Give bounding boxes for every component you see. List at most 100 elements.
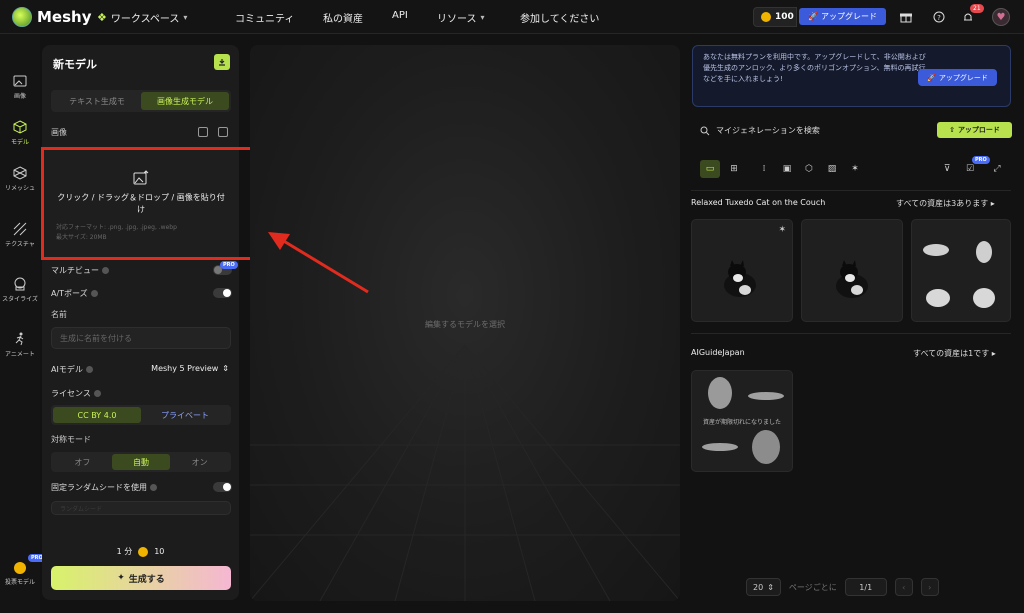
avatar[interactable]: ♥ (992, 8, 1010, 26)
asset-card[interactable] (801, 219, 903, 322)
folder-icon[interactable]: ▭ (700, 160, 720, 178)
nav-join[interactable]: 参加してください (520, 10, 599, 25)
workspace-icon: ❖ (97, 11, 107, 24)
panel-title: 新モデル (53, 58, 97, 71)
texture-filter-icon[interactable]: ▨ (825, 162, 839, 176)
license-private[interactable]: プライベート (141, 407, 229, 423)
per-page-value: 20 (753, 582, 764, 592)
help-icon (90, 290, 98, 297)
rocket-icon: 🚀 (808, 12, 818, 21)
tab-text-to-model[interactable]: テキスト生成モ (53, 92, 141, 110)
checkbox-icon[interactable]: ☑ (963, 162, 977, 176)
license-label: ライセンス (51, 388, 101, 399)
cat-model-thumbnail (836, 260, 868, 298)
generate-button[interactable]: ✦ 生成する (51, 566, 231, 590)
credits-value: 100 (775, 12, 794, 22)
per-page-label: ページごとに (788, 582, 837, 592)
nav-my-assets-label: 私の資産 (323, 14, 363, 25)
multiview-label: マルチビュー (51, 265, 109, 276)
page-indicator[interactable]: 1/1 (844, 578, 887, 596)
symmetry-off[interactable]: オフ (53, 454, 112, 470)
asset-card[interactable]: ✶ (691, 219, 793, 322)
multiview-text: マルチビュー (51, 266, 99, 275)
rail-item-texture[interactable]: テクスチャ (0, 222, 40, 248)
license-cc-by[interactable]: CC BY 4.0 (53, 407, 141, 423)
workspace-menu[interactable]: ❖ ワークスペース ▾ (97, 10, 187, 25)
logo[interactable]: Meshy (12, 7, 92, 27)
generation-mode-tabs: テキスト生成モ 画像生成モデル (51, 90, 231, 112)
seed-text: 固定ランダムシードを使用 (51, 483, 147, 492)
asset-card-multi[interactable] (911, 219, 1011, 322)
upgrade-notice: あなたは無料プランを利用中です。アップグレードして、非公開および優先生成のアンロ… (692, 45, 1011, 107)
upload-button[interactable]: ⇧ アップロード (937, 122, 1012, 138)
ai-model-text: AIモデル (51, 365, 83, 374)
grid-icon[interactable]: ⊞ (727, 162, 741, 176)
section-title-cat: Relaxed Tuxedo Cat on the Couch (691, 198, 826, 207)
rocket-icon: 🚀 (927, 73, 936, 82)
nav-api[interactable]: API (392, 10, 408, 21)
generation-cost: 1 分 10 (42, 546, 239, 557)
upgrade-button[interactable]: 🚀 アップグレード (799, 8, 886, 25)
chevron-right-icon: ▸ (990, 199, 995, 208)
annotation-arrow (268, 232, 369, 294)
model-viewport[interactable]: 編集するモデルを選択 (250, 45, 680, 601)
symmetry-auto[interactable]: 自動 (111, 454, 171, 470)
left-rail: 画像 モデル リメッシュ テクスチャ スタイライズ アニメート 投票モデル PR… (0, 34, 46, 613)
seed-label: 固定ランダムシードを使用 (51, 482, 157, 493)
prev-page-button[interactable]: ‹ (894, 578, 913, 596)
chevron-updown-icon: ⇕ (222, 363, 229, 373)
all-icon[interactable]: ⁞ (757, 162, 771, 176)
gift-icon[interactable] (898, 9, 914, 25)
rail-label: 画像 (13, 93, 26, 100)
section-link-aiguide[interactable]: すべての資産は1です ▸ (913, 348, 996, 359)
divider (691, 333, 1011, 334)
nav-resources[interactable]: リソース ▾ (437, 10, 485, 25)
filter-toolbar: ▭ ⊞ ⁞ ▣ ⬡ ▨ ✶ ⊽ ☑ PRO ⤢ (700, 156, 1010, 178)
rail-item-stylize[interactable]: スタイライズ (0, 277, 40, 303)
nav-api-label: API (392, 10, 408, 21)
apose-label: A/Tポーズ (51, 288, 98, 299)
help-icon[interactable]: ? (931, 9, 947, 25)
rail-label: モデル (10, 139, 29, 146)
section-link-cat[interactable]: すべての資産は3あります ▸ (896, 198, 995, 209)
nav-community[interactable]: コミュニティ (235, 10, 294, 25)
multi-image-icon[interactable] (198, 127, 208, 137)
viewport-hint: 編集するモデルを選択 (425, 320, 505, 329)
ai-model-select[interactable]: Meshy 5 Preview ⇕ (137, 359, 229, 377)
divider (691, 190, 1011, 191)
name-label: 名前 (51, 310, 67, 319)
download-button[interactable] (214, 54, 230, 70)
cat-views-thumbnail (923, 241, 995, 308)
rail-label: テクスチャ (5, 241, 35, 248)
chevron-right-icon: ▸ (991, 349, 996, 358)
symmetry-on[interactable]: オン (170, 454, 229, 470)
apose-toggle[interactable] (213, 288, 232, 298)
logo-icon (12, 7, 32, 27)
rail-item-remesh[interactable]: リメッシュ (0, 166, 40, 192)
asset-card-expired[interactable]: 資産が期限切れになりました (691, 370, 793, 472)
model-name-input[interactable]: 生成に名前を付ける (51, 327, 231, 349)
image-filter-icon[interactable]: ▣ (780, 162, 794, 176)
rail-item-model[interactable]: モデル (0, 120, 40, 146)
notice-upgrade-button[interactable]: 🚀 アップグレード (918, 69, 997, 86)
rail-item-animate[interactable]: アニメート (0, 332, 40, 358)
svg-text:?: ? (937, 14, 941, 22)
apose-text: A/Tポーズ (51, 289, 88, 298)
credits-counter[interactable]: 100 (753, 7, 797, 27)
rail-item-vote[interactable]: 投票モデル PRO (0, 554, 46, 586)
animate-filter-icon[interactable]: ✶ (848, 162, 862, 176)
animate-icon: ✶ (778, 225, 786, 235)
single-image-icon[interactable] (218, 127, 228, 137)
rail-item-image[interactable]: 画像 (0, 74, 40, 100)
filter-icon[interactable]: ⊽ (940, 162, 954, 176)
generation-search[interactable]: マイジェネレーションを検索 (700, 125, 820, 136)
seed-input[interactable]: ランダムシード (51, 501, 231, 515)
cube-filter-icon[interactable]: ⬡ (802, 162, 816, 176)
per-page-select[interactable]: 20 ⇕ (746, 578, 781, 596)
expand-icon[interactable]: ⤢ (990, 162, 1004, 176)
next-page-button[interactable]: › (920, 578, 939, 596)
nav-my-assets[interactable]: 私の資産 (323, 10, 363, 25)
help-icon (150, 484, 157, 491)
tab-image-to-model[interactable]: 画像生成モデル (141, 92, 229, 110)
seed-toggle[interactable] (213, 482, 232, 492)
